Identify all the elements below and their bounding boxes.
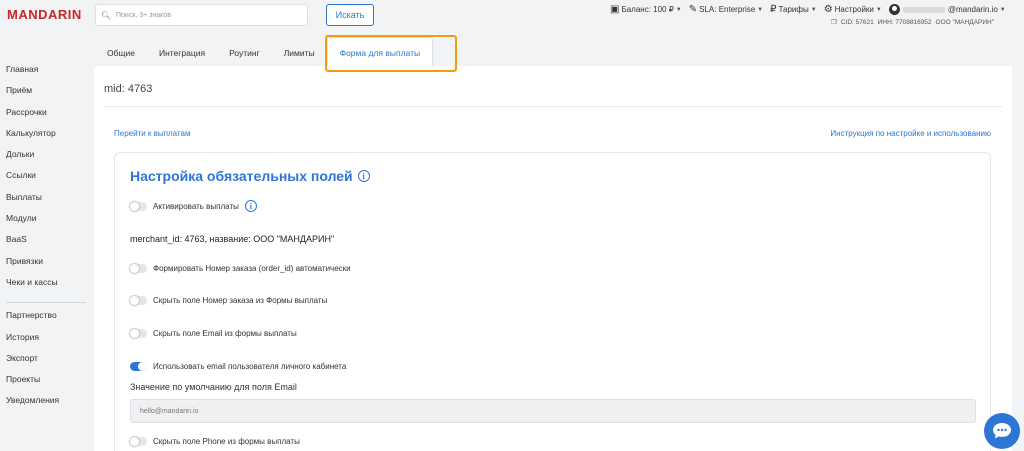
main-panel: mid: 4763 Перейти к выплатам Инструкция … (94, 66, 1012, 451)
search-box[interactable]: 🔍︎ (95, 4, 308, 26)
sidebar-item-projects[interactable]: Проекты (6, 373, 86, 394)
tab-limits[interactable]: Лимиты (272, 37, 327, 66)
ruble-icon: ₽ (770, 3, 777, 15)
toggle-row: Скрыть поле Phone из формы выплаты (130, 437, 300, 446)
sidebar: Главная Приём Рассрочки Калькулятор Доль… (6, 63, 86, 416)
top-nav: ▣ Баланс: 100 ₽ ▼ ✎ SLA: Enterprise ▼ ₽ … (610, 4, 1006, 15)
logo[interactable]: MANDARIN (7, 7, 82, 22)
toggle-row: Формировать Номер заказа (order_id) авто… (130, 264, 351, 273)
merchant-info: merchant_id: 4763, название: ООО "МАНДАР… (130, 234, 335, 244)
user-avatar-icon (888, 4, 900, 15)
sidebar-item-links[interactable]: Ссылки (6, 169, 86, 190)
search-icon: 🔍︎ (100, 10, 112, 20)
settings-tabs: Общие Интеграция Роутинг Лимиты Форма дл… (95, 37, 434, 66)
sidebar-item-acquiring[interactable]: Приём (6, 84, 86, 105)
sla-menu[interactable]: ✎ SLA: Enterprise ▼ (688, 3, 764, 15)
sidebar-item-bindings[interactable]: Привязки (6, 255, 86, 276)
sidebar-item-modules[interactable]: Модули (6, 212, 86, 233)
chevron-down-icon: ▼ (675, 6, 682, 13)
tariffs-label: Тарифы (778, 5, 809, 14)
sidebar-divider (6, 302, 86, 304)
sidebar-item-payouts[interactable]: Выплаты (6, 191, 86, 212)
toggle-label: Формировать Номер заказа (order_id) авто… (153, 264, 351, 273)
chat-button[interactable] (984, 413, 1020, 449)
sidebar-item-history[interactable]: История (6, 331, 86, 352)
user-email-suffix: @mandarin.io (947, 5, 998, 14)
sidebar-item-notifications[interactable]: Уведомления (6, 394, 86, 415)
hide-email-toggle[interactable] (130, 329, 147, 338)
card-title: Настройка обязательных полей i (130, 168, 370, 184)
copy-icon[interactable]: ❐ (831, 18, 837, 26)
toggle-row: Использовать email пользователя личного … (130, 362, 346, 371)
toggle-row: Скрыть поле Email из формы выплаты (130, 329, 297, 338)
sidebar-item-calculator[interactable]: Калькулятор (6, 127, 86, 148)
toggle-label: Скрыть поле Номер заказа из Формы выплат… (153, 296, 328, 305)
account-info: ❐ CID: 57621 ИНН: 7708816952 ООО "МАНДАР… (831, 18, 995, 27)
balance-label: Баланс: 100 ₽ (621, 5, 674, 14)
toggle-row: Скрыть поле Номер заказа из Формы выплат… (130, 296, 327, 305)
chevron-down-icon: ▼ (810, 6, 817, 13)
auto-order-id-toggle[interactable] (130, 264, 147, 273)
cid-label: CID: 57621 (840, 18, 874, 26)
settings-menu[interactable]: ⚙ Настройки ▼ (823, 3, 882, 15)
company-label: ООО "МАНДАРИН" (935, 18, 995, 26)
chevron-down-icon: ▼ (757, 6, 764, 13)
activate-payouts-toggle[interactable] (130, 201, 147, 211)
hide-phone-toggle[interactable] (130, 437, 147, 446)
email-default-label: Значение по умолчанию для поля Email (130, 382, 297, 392)
chat-icon (993, 423, 1011, 439)
required-fields-card: Настройка обязательных полей i Активиров… (114, 152, 991, 451)
gears-icon: ⚙ (823, 3, 833, 15)
sidebar-item-partnership[interactable]: Партнерство (6, 309, 86, 330)
user-menu[interactable]: @mandarin.io ▼ (888, 4, 1006, 15)
tab-routing[interactable]: Роутинг (217, 37, 272, 66)
tab-payout-form[interactable]: Форма для выплаты (326, 37, 434, 66)
mid-label: mid: 4763 (104, 83, 153, 95)
sidebar-item-export[interactable]: Экспорт (6, 352, 86, 373)
sla-label: SLA: Enterprise (699, 5, 756, 14)
info-icon[interactable]: i (357, 170, 370, 182)
email-default-field[interactable]: hello@mandarin.io (130, 399, 976, 423)
sidebar-item-installments[interactable]: Рассрочки (6, 106, 86, 127)
card-title-text: Настройка обязательных полей (130, 168, 353, 184)
settings-label: Настройки (834, 5, 874, 14)
use-account-email-toggle[interactable] (130, 362, 147, 371)
sidebar-item-baas[interactable]: BaaS (6, 233, 86, 254)
search-button[interactable]: Искать (326, 4, 374, 26)
activate-payouts-label: Активировать выплаты (153, 201, 239, 211)
tab-general[interactable]: Общие (95, 37, 147, 66)
tariffs-menu[interactable]: ₽ Тарифы ▼ (770, 3, 817, 15)
sidebar-item-home[interactable]: Главная (6, 63, 86, 84)
sidebar-item-dolyami[interactable]: Дольки (6, 148, 86, 169)
toggle-label: Скрыть поле Phone из формы выплаты (153, 437, 300, 446)
email-redacted (902, 6, 945, 13)
inn-label: ИНН: 7708816952 (877, 18, 932, 26)
hide-order-id-toggle[interactable] (130, 296, 147, 305)
info-icon[interactable]: i (244, 200, 257, 212)
toggle-label: Использовать email пользователя личного … (153, 362, 347, 371)
payouts-link[interactable]: Перейти к выплатам (114, 129, 190, 138)
sla-icon: ✎ (688, 3, 698, 15)
sidebar-item-receipts[interactable]: Чеки и кассы (6, 276, 86, 297)
activate-payouts-row: Активировать выплаты i (130, 200, 257, 212)
divider (104, 106, 1002, 107)
search-input[interactable] (116, 11, 301, 19)
toggle-label: Скрыть поле Email из формы выплаты (153, 329, 297, 338)
tab-integration[interactable]: Интеграция (147, 37, 217, 66)
chevron-down-icon: ▼ (999, 6, 1006, 13)
wallet-icon: ▣ (610, 3, 620, 15)
chevron-down-icon: ▼ (875, 6, 882, 13)
balance-menu[interactable]: ▣ Баланс: 100 ₽ ▼ (610, 3, 682, 15)
instructions-link[interactable]: Инструкция по настройке и использованию (830, 129, 991, 138)
